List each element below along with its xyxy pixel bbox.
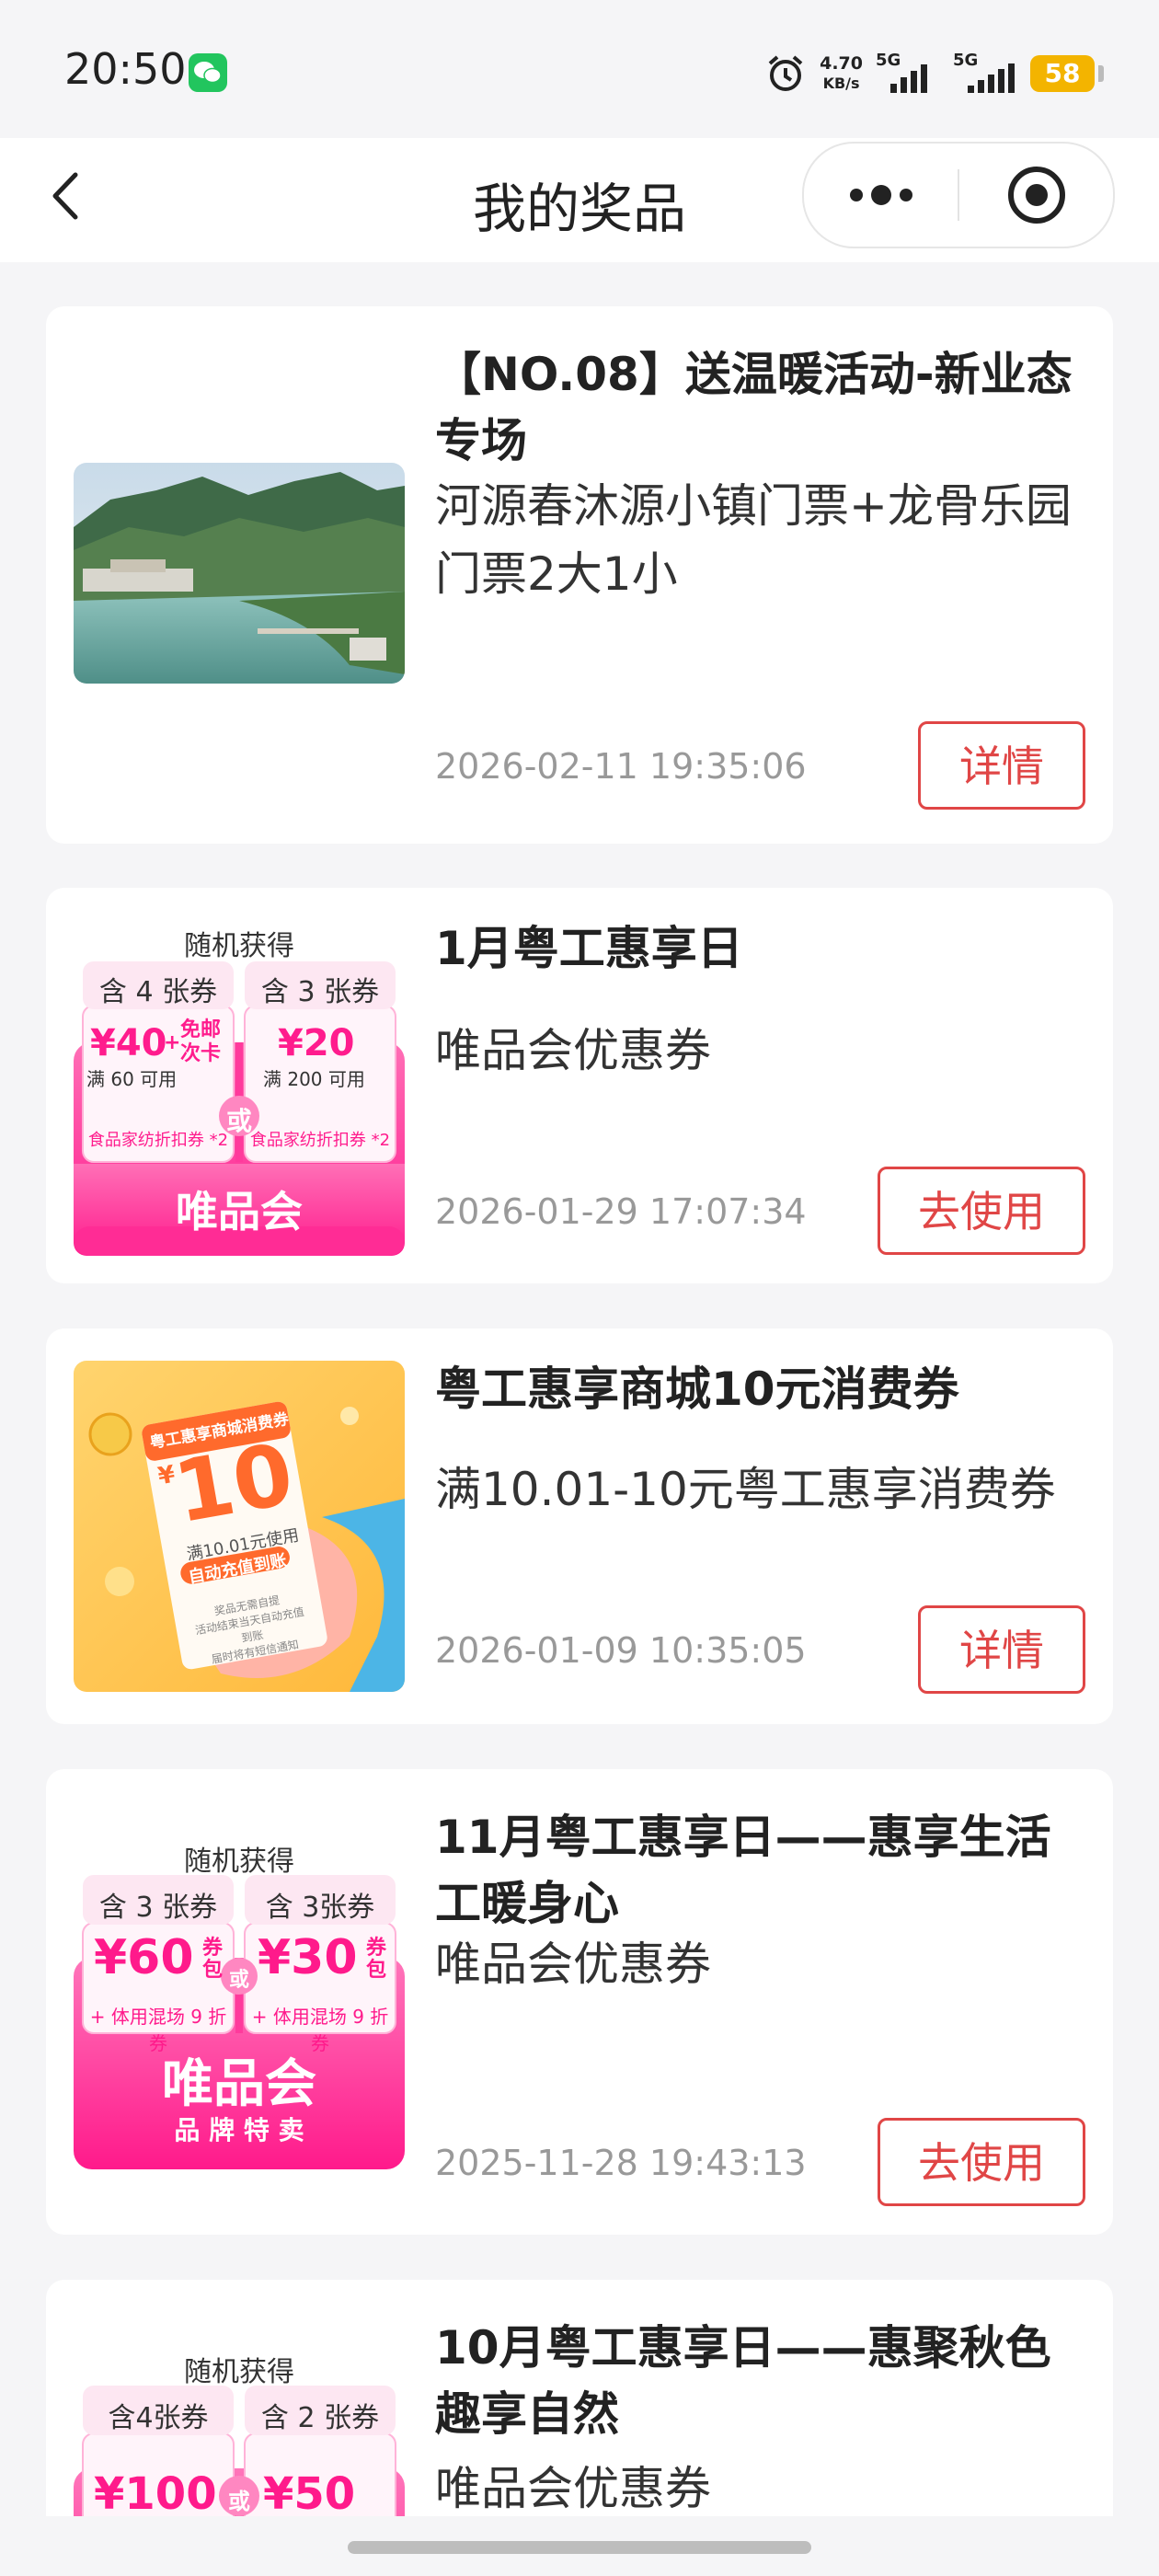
more-dots-icon (850, 185, 912, 205)
miniprogram-capsule (802, 142, 1115, 248)
thumb-left-extra: 免邮次卡 (180, 1018, 222, 1065)
use-button[interactable]: 去使用 (878, 2118, 1085, 2206)
home-indicator[interactable] (348, 2541, 811, 2554)
resort-photo (74, 463, 405, 684)
prize-date: 2025-11-28 19:43:13 (435, 2143, 807, 2183)
thumb-or: 或 (228, 2489, 250, 2514)
prize-desc: 河源春沐源小镇门票+龙骨乐园门票2大1小 (435, 479, 1072, 601)
details-button[interactable]: 详情 (918, 1605, 1085, 1694)
thumb-or: 或 (228, 1969, 249, 1992)
prize-card: 随机获得 含 4 张券 含 3 张券 ¥40 + 免邮次卡 满 60 可用 ¥2… (46, 888, 1113, 1283)
prize-thumbnail: 随机获得 含4张券 含 2 张券 ¥100 或 ¥50 (74, 2349, 405, 2516)
thumb-right-amount: ¥30 (258, 1930, 358, 1985)
more-button[interactable] (804, 144, 957, 247)
thumb-tag-left: 含4张券 (108, 2402, 209, 2434)
prize-date: 2026-01-09 10:35:05 (435, 1630, 807, 1671)
thumb-tag-left: 含 3 张券 (98, 1892, 218, 1924)
prize-thumbnail: 粤工惠享商城消费券 ¥ 10 满10.01元使用 自动充值到账 奖品无需自提 活… (74, 1361, 405, 1692)
thumb-tag-right: 含 3 张券 (260, 976, 380, 1008)
thumb-tag-left: 含 4 张券 (98, 976, 218, 1008)
prize-title: 1月粤工惠享日 (435, 922, 743, 975)
status-time: 20:50 (64, 44, 187, 94)
prize-title: 【NO.08】送温暖活动-新业态专场 (435, 348, 1073, 467)
thumb-top-text: 随机获得 (184, 2356, 294, 2388)
thumb-tag-right: 含 2 张券 (260, 2402, 380, 2434)
prize-thumbnail (74, 463, 405, 684)
thumb-left-amount: ¥60 (94, 1930, 194, 1985)
thumb-right-cond: 满 200 可用 (263, 1068, 365, 1090)
thumb-brand: 唯品会 (162, 2054, 316, 2114)
thumb-brand-sub: 品 牌 特 卖 (174, 2115, 304, 2145)
close-miniprogram-button[interactable] (960, 144, 1113, 247)
prize-desc: 满10.01-10元粤工惠享消费券 (435, 1463, 1056, 1516)
net-speed: 4.70 KB/s (820, 53, 863, 92)
thumb-top-text: 随机获得 (184, 930, 294, 962)
prize-card: 随机获得 含4张券 含 2 张券 ¥100 或 ¥50 10月粤工惠享日——惠聚… (46, 2280, 1113, 2516)
prize-date: 2026-02-11 19:35:06 (435, 746, 807, 787)
prize-title: 11月粤工惠享日——惠享生活工暖身心 (435, 1811, 1051, 1930)
prize-desc: 唯品会优惠券 (435, 1938, 711, 1991)
details-button[interactable]: 详情 (918, 721, 1085, 810)
prize-card: 随机获得 含 3 张券 含 3张券 ¥60 券包 ¥30 券包 或 + 体用混场… (46, 1769, 1113, 2235)
thumb-right-bottom: 食品家纺折扣券 *2 (249, 1131, 391, 1150)
signal-icon: 5G (876, 51, 940, 97)
thumb-left-amount: ¥100 (94, 2468, 217, 2516)
wechat-icon (189, 53, 227, 92)
prize-title: 10月粤工惠享日——惠聚秋色趣享自然 (435, 2321, 1051, 2441)
thumb-right-amount: ¥50 (263, 2468, 356, 2516)
status-bar: 20:50 4.70 KB/s 5G 5G 58 (0, 0, 1159, 138)
target-circle-icon (1008, 167, 1065, 224)
thumb-tag-right: 含 3张券 (265, 1892, 375, 1924)
battery-icon: 58 (1030, 55, 1104, 92)
thumb-left-bottom: 食品家纺折扣券 *2 (87, 1131, 229, 1150)
capsule-divider (958, 169, 959, 221)
thumb-right-amount: ¥20 (278, 1022, 355, 1064)
prize-list: 【NO.08】送温暖活动-新业态专场 河源春沐源小镇门票+龙骨乐园门票2大1小 … (0, 262, 1159, 2516)
nav-bar: 我的奖品 (0, 138, 1159, 262)
thumb-left-plus: + (164, 1031, 181, 1054)
prize-desc: 唯品会优惠券 (435, 1024, 711, 1077)
use-button[interactable]: 去使用 (878, 1167, 1085, 1255)
alarm-icon (768, 55, 803, 91)
thumb-left-amount: ¥40 (90, 1022, 167, 1064)
thumb-right-unit: 券包 (366, 1937, 387, 1982)
signal-icon: 5G (953, 51, 1017, 97)
thumb-left-cond: 满 60 可用 (86, 1068, 178, 1090)
thumb-top-text: 随机获得 (184, 1846, 294, 1878)
prize-date: 2026-01-29 17:07:34 (435, 1191, 807, 1232)
prize-thumbnail: 随机获得 含 3 张券 含 3张券 ¥60 券包 ¥30 券包 或 + 体用混场… (74, 1838, 405, 2169)
thumb-left-unit: 券包 (202, 1937, 224, 1982)
prize-thumbnail: 随机获得 含 4 张券 含 3 张券 ¥40 + 免邮次卡 满 60 可用 ¥2… (74, 923, 405, 1256)
thumb-brand: 唯品会 (176, 1187, 303, 1236)
prize-card: 【NO.08】送温暖活动-新业态专场 河源春沐源小镇门票+龙骨乐园门票2大1小 … (46, 306, 1113, 844)
prize-desc: 唯品会优惠券 (435, 2462, 711, 2515)
prize-title: 粤工惠享商城10元消费券 (435, 1363, 959, 1416)
prize-card: 粤工惠享商城消费券 ¥ 10 满10.01元使用 自动充值到账 奖品无需自提 活… (46, 1328, 1113, 1724)
